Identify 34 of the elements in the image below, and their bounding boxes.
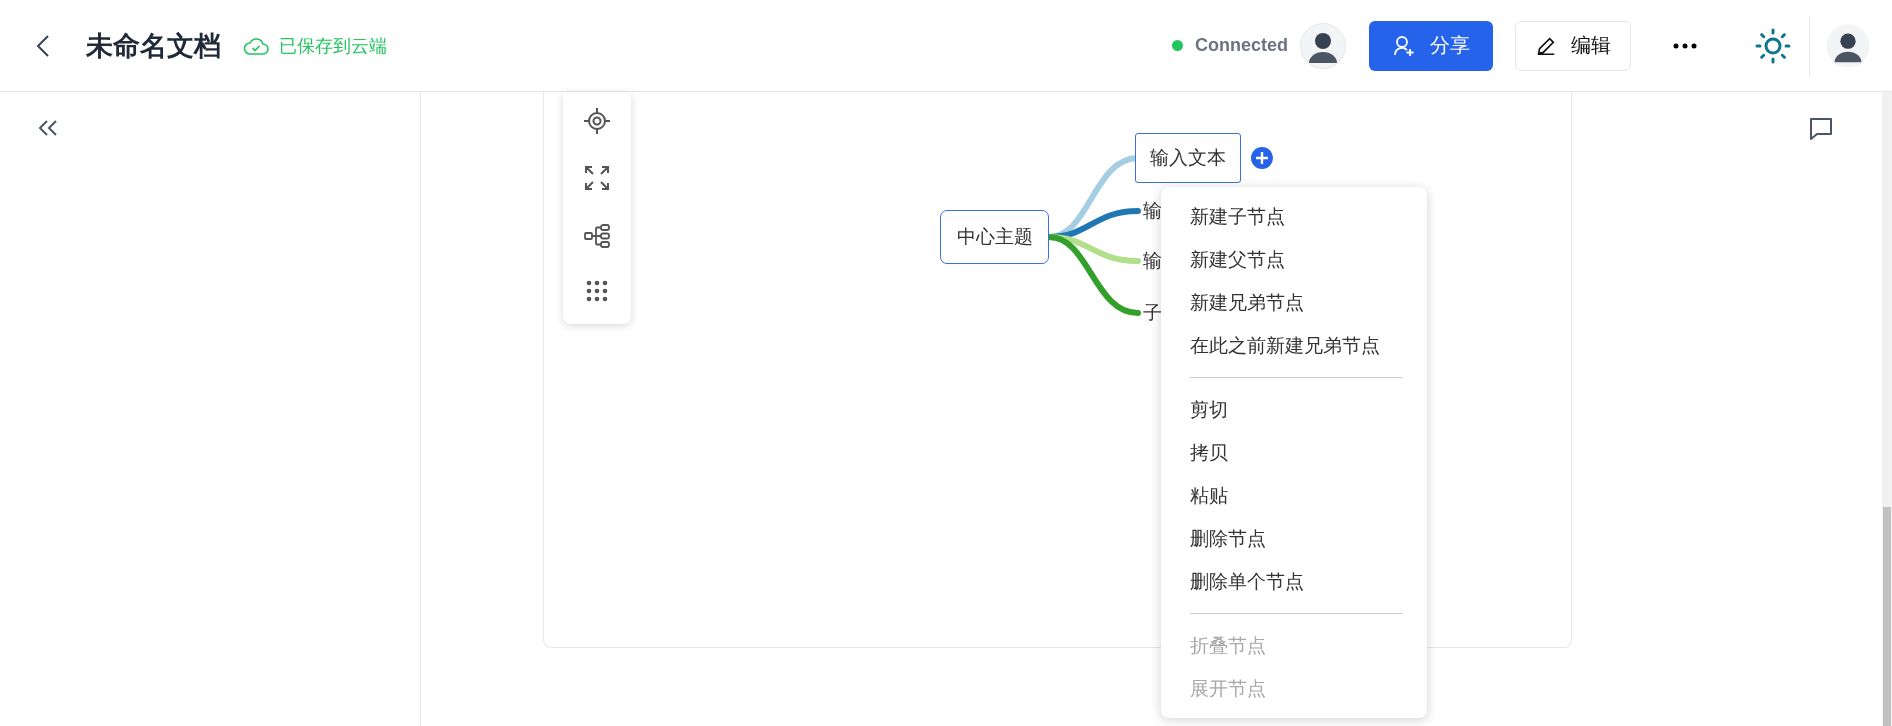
more-icon[interactable]: [1673, 42, 1697, 49]
add-user-icon: [1392, 33, 1416, 58]
expand-icon[interactable]: [583, 164, 611, 193]
mind-node[interactable]: 输: [1141, 186, 1164, 236]
target-icon[interactable]: [583, 106, 611, 135]
menu-item[interactable]: 在此之前新建兄弟节点: [1161, 324, 1427, 367]
mind-node[interactable]: 子: [1141, 288, 1164, 338]
cloud-check-icon: [243, 35, 269, 56]
structure-icon[interactable]: [583, 221, 611, 250]
back-icon[interactable]: [36, 33, 50, 58]
edit-button[interactable]: 编辑: [1515, 20, 1631, 71]
menu-item[interactable]: 新建子节点: [1161, 195, 1427, 238]
menu-item[interactable]: 粘贴: [1161, 474, 1427, 517]
menu-item[interactable]: 剪切: [1161, 388, 1427, 431]
add-node-icon[interactable]: [1251, 147, 1273, 169]
share-button[interactable]: 分享: [1369, 20, 1493, 71]
menu-item[interactable]: 拷贝: [1161, 431, 1427, 474]
avatar[interactable]: [1826, 23, 1870, 68]
collapse-icon[interactable]: [37, 120, 59, 136]
avatar[interactable]: [1300, 22, 1346, 69]
scrollbar[interactable]: [1882, 92, 1892, 726]
menu-item[interactable]: 删除节点: [1161, 517, 1427, 560]
menu-item[interactable]: 删除单个节点: [1161, 560, 1427, 603]
sun-icon[interactable]: [1755, 27, 1791, 64]
document-title: 未命名文档: [86, 29, 221, 63]
save-status: 已保存到云端: [279, 34, 387, 58]
comment-icon[interactable]: [1808, 116, 1834, 142]
menu-item[interactable]: 新建兄弟节点: [1161, 281, 1427, 324]
grid-icon[interactable]: [585, 279, 609, 304]
mind-node[interactable]: 输: [1141, 236, 1164, 286]
root-node[interactable]: 中心主题: [940, 210, 1049, 264]
mind-node[interactable]: 输入文本: [1135, 133, 1241, 183]
menu-item[interactable]: 新建父节点: [1161, 238, 1427, 281]
connection-status: Connected: [1195, 35, 1288, 56]
